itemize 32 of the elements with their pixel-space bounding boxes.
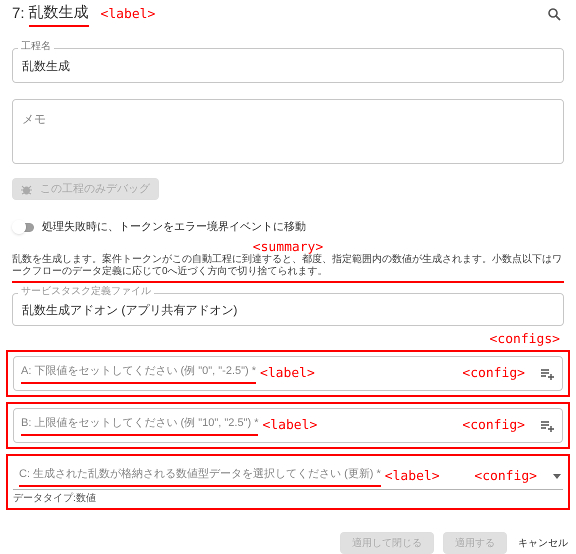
annotation-label: <label> bbox=[384, 468, 440, 486]
annotation-label: <label> bbox=[262, 416, 318, 435]
input-field[interactable]: B: 上限値をセットしてください (例 "10", "2.5") * <label> <config> bbox=[13, 408, 563, 443]
list-add-icon[interactable] bbox=[541, 420, 555, 432]
annotation-label: <configs> bbox=[490, 331, 560, 348]
dropdown-icon[interactable] bbox=[553, 474, 561, 479]
toggle-label: 処理失敗時に、トークンをエラー境界イベントに移動 bbox=[42, 220, 306, 235]
annotation-label: <label> bbox=[100, 6, 156, 24]
step-number: 7: bbox=[12, 4, 25, 24]
placeholder-text: A: 下限値をセットしてください (例 "0", "-2.5") * bbox=[21, 363, 256, 384]
annotation-label: <config> bbox=[474, 468, 537, 486]
step-title: 乱数生成 bbox=[28, 2, 89, 27]
input-field[interactable]: A: 下限値をセットしてください (例 "0", "-2.5") * <label> <config> bbox=[13, 356, 563, 391]
annotation-label: <label> bbox=[260, 364, 315, 383]
bug-icon bbox=[21, 184, 32, 194]
field-label: サービスタスク定義ファイル bbox=[18, 287, 154, 297]
field-value: 乱数生成アドオン (アプリ共有アドオン) bbox=[22, 302, 238, 318]
annotation-label: <summary> bbox=[252, 239, 324, 254]
field-label: 工程名 bbox=[18, 42, 54, 52]
toggle-switch[interactable] bbox=[12, 220, 34, 234]
placeholder-text: C: 生成された乱数が格納される数値型データを選択してください (更新) * bbox=[19, 466, 381, 487]
annotation-label: <config> bbox=[462, 364, 525, 383]
field-value: 乱数生成 bbox=[22, 58, 70, 74]
select-field[interactable]: C: 生成された乱数が格納される数値型データを選択してください (更新) * <label> <config> bbox=[13, 464, 563, 490]
search-icon[interactable] bbox=[548, 8, 561, 21]
annotation-label: <config> bbox=[462, 416, 525, 435]
summary-text: 乱数を生成します。案件トークンがこの自動工程に到達すると、都度、指定範囲内の数値が生成されます。小数点以下はワークフローのデータ定義に応じて0へ近づく方向で切り捨てられます。 bbox=[12, 254, 564, 283]
helper-text: データタイプ:数値 bbox=[13, 492, 97, 506]
footer-button[interactable]: キャンセル bbox=[516, 532, 570, 554]
list-add-icon[interactable] bbox=[541, 368, 555, 380]
placeholder-text: B: 上限値をセットしてください (例 "10", "2.5") * bbox=[21, 415, 258, 436]
memo-field[interactable]: メモ bbox=[12, 99, 564, 164]
